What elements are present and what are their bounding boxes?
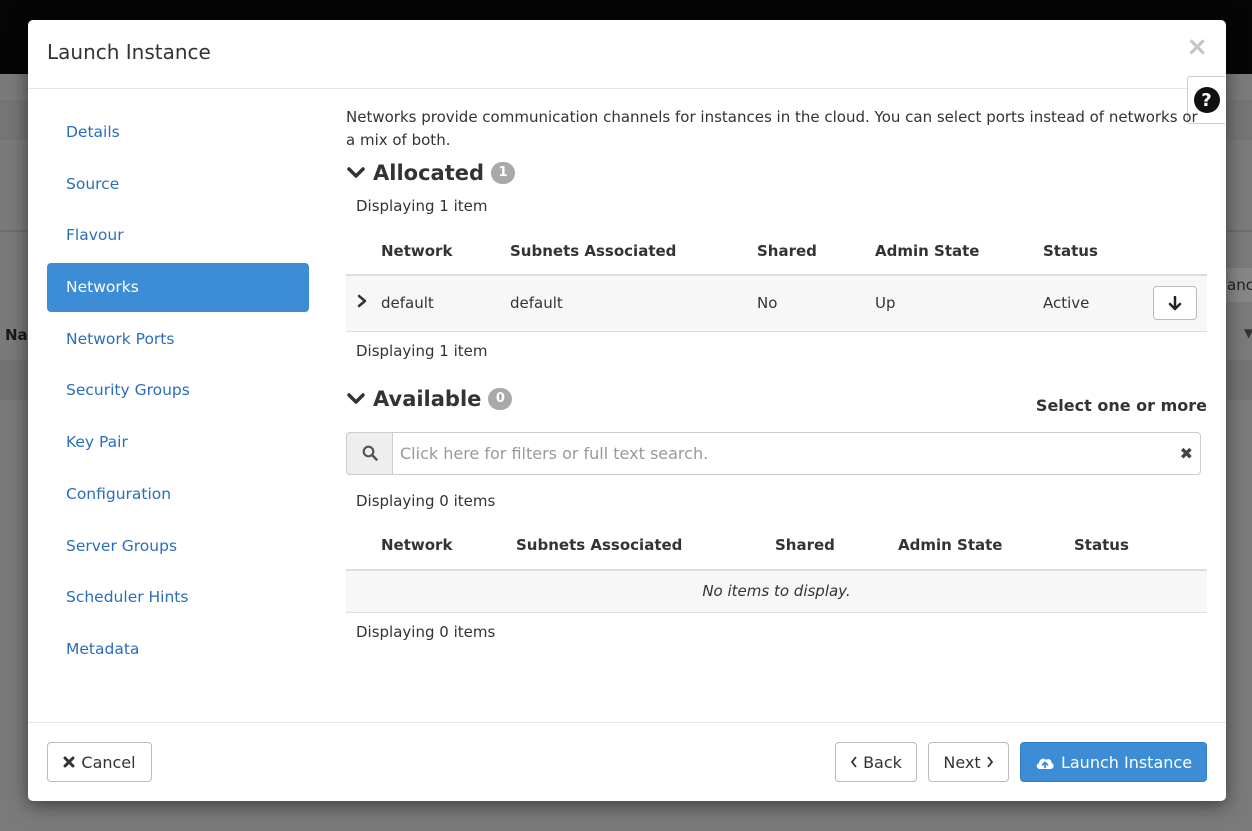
nav-item-scheduler-hints[interactable]: Scheduler Hints <box>47 573 309 622</box>
cancel-label: Cancel <box>81 752 136 772</box>
column-header-network: Network <box>381 521 516 571</box>
allocated-displaying-bottom: Displaying 1 item <box>356 341 488 360</box>
column-header-subnets: Subnets Associated <box>516 521 775 571</box>
modal-title: Launch Instance <box>47 40 211 64</box>
next-label: Next <box>943 752 981 772</box>
expand-column-header <box>346 521 381 571</box>
nav-item-flavour[interactable]: Flavour <box>47 211 309 260</box>
column-header-status: Status <box>1074 521 1207 571</box>
column-header-status: Status <box>1043 227 1143 276</box>
cell-network: default <box>381 275 510 332</box>
times-icon <box>63 756 75 768</box>
arrow-down-icon <box>1168 295 1182 310</box>
available-table: Network Subnets Associated Shared Admin … <box>346 521 1207 613</box>
modal-header: Launch Instance × <box>28 20 1226 89</box>
background-button: anc <box>1222 268 1252 302</box>
allocated-table: Network Subnets Associated Shared Admin … <box>346 227 1207 332</box>
column-header-shared: Shared <box>757 227 875 276</box>
available-displaying-top: Displaying 0 items <box>356 491 496 510</box>
nav-item-key-pair[interactable]: Key Pair <box>47 418 309 467</box>
empty-message: No items to display. <box>346 569 1207 613</box>
available-count-badge: 0 <box>488 388 513 410</box>
available-title: Available <box>373 387 482 411</box>
networks-panel: Networks provide communication channels … <box>346 106 1207 641</box>
search-icon <box>362 445 378 461</box>
column-header-admin-state: Admin State <box>875 227 1043 276</box>
select-hint: Select one or more <box>1035 395 1207 415</box>
column-header-subnets: Subnets Associated <box>510 227 757 276</box>
cloud-upload-icon <box>1036 758 1054 769</box>
wizard-nav: Details Source Flavour Networks Network … <box>47 108 309 677</box>
back-label: Back <box>863 752 902 772</box>
back-button[interactable]: Back <box>835 742 917 782</box>
table-row: default default No Up Active <box>346 275 1207 332</box>
allocated-header[interactable]: Allocated 1 <box>346 161 1207 185</box>
chevron-down-icon <box>347 393 365 404</box>
cell-admin-state: Up <box>875 275 1043 332</box>
allocated-title: Allocated <box>373 161 485 185</box>
nav-item-server-groups[interactable]: Server Groups <box>47 522 309 571</box>
expand-column-header <box>346 227 381 276</box>
search-icon-addon <box>346 431 393 475</box>
next-button[interactable]: Next <box>928 742 1009 782</box>
cell-shared: No <box>757 275 875 332</box>
launch-instance-button[interactable]: Launch Instance <box>1020 742 1207 782</box>
chevron-left-icon <box>850 756 857 768</box>
nav-item-source[interactable]: Source <box>47 160 309 209</box>
nav-item-details[interactable]: Details <box>47 108 309 157</box>
nav-item-configuration[interactable]: Configuration <box>47 470 309 519</box>
allocated-displaying-top: Displaying 1 item <box>356 197 488 215</box>
row-expand-icon[interactable] <box>356 294 372 312</box>
cell-subnets: default <box>510 275 757 332</box>
column-header-admin-state: Admin State <box>898 521 1074 571</box>
nav-item-networks[interactable]: Networks <box>47 263 309 313</box>
column-header-network: Network <box>381 227 510 276</box>
launch-label: Launch Instance <box>1060 752 1193 772</box>
deallocate-button[interactable] <box>1153 286 1197 321</box>
chevron-right-icon <box>986 756 993 768</box>
available-header[interactable]: Available 0 <box>346 387 513 411</box>
clear-search-icon[interactable]: ✖ <box>1180 444 1193 463</box>
launch-instance-modal: Launch Instance × ? Details Source Flavo… <box>28 20 1226 801</box>
modal-footer: Cancel Back Next Launch Instance <box>28 722 1226 801</box>
available-displaying-bottom: Displaying 0 items <box>356 623 496 641</box>
nav-item-security-groups[interactable]: Security Groups <box>47 366 309 415</box>
search-input[interactable] <box>393 431 1201 475</box>
empty-row: No items to display. <box>346 569 1207 613</box>
background-sort-icon: ▼ <box>1244 326 1252 340</box>
action-column-header <box>1143 227 1207 276</box>
cancel-button[interactable]: Cancel <box>47 742 152 782</box>
column-header-shared: Shared <box>775 521 898 571</box>
search-bar: ✖ <box>346 431 1201 475</box>
available-header-row: Available 0 Select one or more <box>346 384 1207 415</box>
networks-intro: Networks provide communication channels … <box>346 108 1198 149</box>
cell-status: Active <box>1043 275 1143 332</box>
nav-item-network-ports[interactable]: Network Ports <box>47 315 309 364</box>
chevron-down-icon <box>347 167 365 178</box>
allocated-count-badge: 1 <box>491 162 516 184</box>
nav-item-metadata[interactable]: Metadata <box>47 625 309 674</box>
close-icon[interactable]: × <box>1186 34 1208 60</box>
